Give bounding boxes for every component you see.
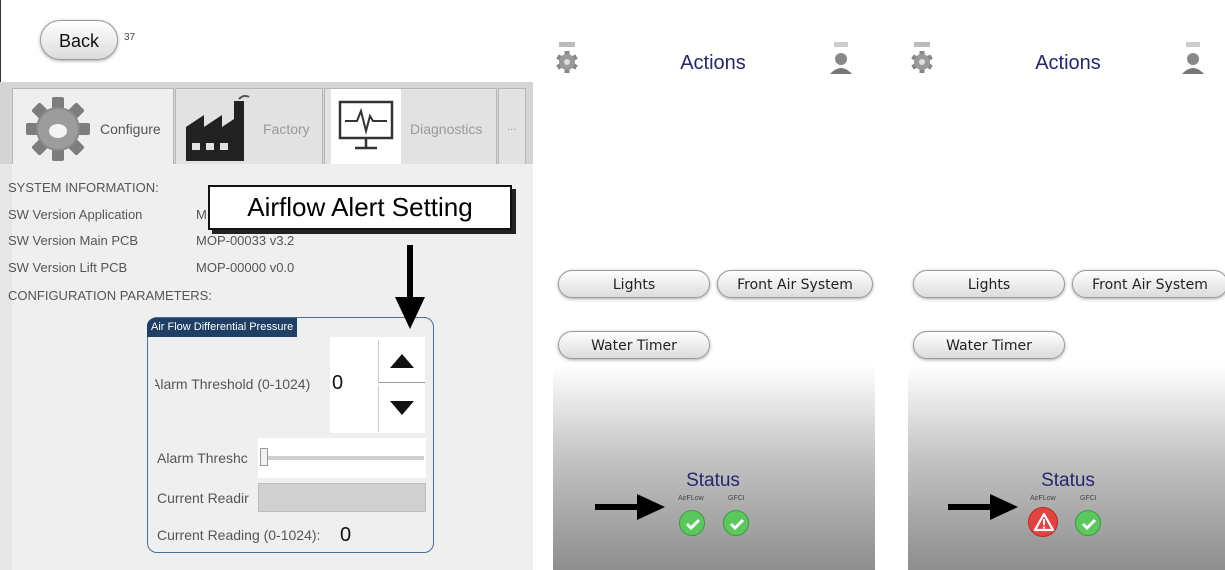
info-row-label: SW Version Application xyxy=(8,207,143,222)
info-row: SW Version Lift PCB MOP-00000 v0.0 xyxy=(8,260,408,275)
check-icon xyxy=(1081,518,1097,531)
triangle-up-icon xyxy=(390,354,414,368)
tab-configure[interactable]: Configure xyxy=(12,88,174,164)
arrow-right-icon xyxy=(595,494,665,520)
tab-configure-label: Configure xyxy=(100,121,161,137)
group-title: Air Flow Differential Pressure xyxy=(147,318,298,337)
increment-button[interactable] xyxy=(378,340,425,383)
tab-diagnostics-label: Diagnostics xyxy=(410,121,483,137)
left-margin-strip xyxy=(0,164,12,570)
system-info-heading: SYSTEM INFORMATION: xyxy=(8,180,159,195)
front-air-system-button[interactable]: Front Air System xyxy=(717,270,873,298)
actions-screen-normal: Actions Lights Front Air System Water Ti… xyxy=(553,0,875,570)
lights-button[interactable]: Lights xyxy=(913,270,1065,298)
airflow-ok-badge xyxy=(679,510,705,536)
info-row-value: MOP-00033 v3.2 xyxy=(196,233,295,248)
status-background xyxy=(553,365,875,570)
gfci-ok-badge xyxy=(1075,510,1101,536)
front-air-system-button[interactable]: Front Air System xyxy=(1072,270,1225,298)
gfci-indicator-label: GFCI xyxy=(728,495,745,502)
info-row-value: MOP-00000 v0.0 xyxy=(196,260,295,275)
actions-screen-alert: Actions Lights Front Air System Water Ti… xyxy=(908,0,1225,570)
arrow-down-icon xyxy=(395,245,425,329)
configuration-panel: Back 37 Configure Factory Diagnostics ..… xyxy=(0,0,533,570)
slider-track[interactable] xyxy=(264,456,424,460)
water-timer-button[interactable]: Water Timer xyxy=(913,331,1065,359)
airflow-indicator-label: AirFLow xyxy=(1030,495,1056,502)
actions-title: Actions xyxy=(1035,52,1101,74)
gfci-ok-badge xyxy=(723,510,749,536)
check-icon xyxy=(729,518,745,531)
back-button[interactable]: Back xyxy=(40,20,118,60)
status-title: Status xyxy=(1041,470,1095,491)
info-row-label: SW Version Main PCB xyxy=(8,233,139,248)
water-timer-button[interactable]: Water Timer xyxy=(558,331,710,359)
info-row-label: SW Version Lift PCB xyxy=(8,260,128,275)
current-reading-value: 0 xyxy=(340,524,352,546)
airflow-warning-badge xyxy=(1028,507,1058,537)
tab-more-label: ... xyxy=(507,121,517,133)
check-icon xyxy=(685,518,701,531)
slider-thumb[interactable] xyxy=(260,448,268,466)
status-title: Status xyxy=(686,470,740,491)
page-number: 37 xyxy=(124,32,136,43)
monitor-pulse-icon xyxy=(338,100,394,150)
tab-factory-label: Factory xyxy=(263,121,310,137)
tab-diagnostics[interactable]: Diagnostics xyxy=(324,88,497,165)
alarm-threshold-slider-label: Alarm Threshc xyxy=(157,450,248,466)
arrow-right-icon xyxy=(948,494,1018,520)
current-reading-bar xyxy=(258,483,426,512)
gfci-indicator-label: GFCI xyxy=(1080,495,1097,502)
warning-triangle-icon xyxy=(1033,512,1055,532)
factory-icon xyxy=(186,94,250,161)
tab-factory[interactable]: Factory xyxy=(175,88,323,164)
setup-gear-icon[interactable] xyxy=(910,40,936,76)
gear-icon xyxy=(26,97,90,161)
current-reading-label: Current Reading (0-1024): xyxy=(157,527,321,543)
user-icon[interactable] xyxy=(1180,40,1206,76)
current-reading-bar-label: Current Readir xyxy=(157,490,249,506)
decrement-button[interactable] xyxy=(378,386,425,432)
info-row-value: M xyxy=(196,207,207,222)
lights-button[interactable]: Lights xyxy=(558,270,710,298)
tab-more[interactable]: ... xyxy=(498,88,526,164)
alarm-threshold-label: Alarm Threshold (0-1024) xyxy=(155,376,311,392)
setup-gear-icon[interactable] xyxy=(555,40,581,76)
status-background xyxy=(908,365,1225,570)
config-params-heading: CONFIGURATION PARAMETERS: xyxy=(8,288,212,303)
alarm-threshold-value: 0 xyxy=(332,372,344,394)
airflow-indicator-label: AirFLow xyxy=(678,495,704,502)
airflow-alert-callout: Airflow Alert Setting xyxy=(208,185,512,230)
triangle-down-icon xyxy=(390,401,414,415)
info-row: SW Version Main PCB MOP-00033 v3.2 xyxy=(8,233,408,248)
actions-title: Actions xyxy=(680,52,746,74)
user-icon[interactable] xyxy=(828,40,854,76)
info-row: SW Version Application M xyxy=(8,207,208,222)
